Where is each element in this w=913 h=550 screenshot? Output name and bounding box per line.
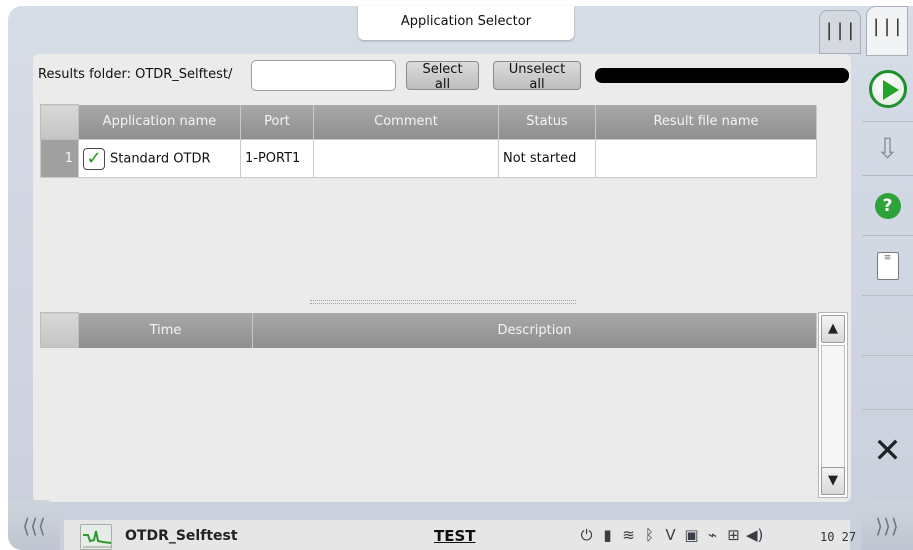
column-header-description[interactable]: Description bbox=[252, 312, 817, 348]
bluetooth-icon: ᛒ bbox=[644, 526, 654, 544]
log-scrollbar[interactable]: ▲ ▼ bbox=[818, 312, 848, 498]
log-list-area bbox=[40, 348, 816, 498]
scroll-down-icon[interactable]: ▼ bbox=[821, 467, 845, 495]
volume-icon: ◀) bbox=[746, 526, 764, 544]
active-app-name[interactable]: OTDR_Selftest bbox=[125, 528, 238, 544]
status-cell: Not started bbox=[498, 139, 596, 178]
application-name: Standard OTDR bbox=[110, 151, 211, 166]
column-header-comment[interactable]: Comment bbox=[313, 104, 499, 140]
network-icon: ⊞ bbox=[727, 526, 740, 544]
vertical-bars-icon: ||| bbox=[823, 20, 857, 41]
close-button[interactable]: ✕ bbox=[862, 410, 913, 492]
applications-table: Application name Port Comment Status Res… bbox=[40, 104, 817, 178]
unselect-all-button[interactable]: Unselect all bbox=[493, 61, 581, 92]
vfl-icon: V bbox=[665, 526, 676, 544]
run-icon bbox=[868, 69, 907, 108]
port-cell: 1-PORT1 bbox=[240, 139, 314, 178]
power-plug-icon: ⏻ bbox=[580, 526, 593, 544]
row-number: 1 bbox=[40, 139, 79, 178]
window-title: Application Selector bbox=[358, 6, 574, 40]
log-table: Time Description bbox=[40, 312, 817, 348]
log-corner-cell[interactable] bbox=[40, 312, 79, 348]
nav-right-icon[interactable]: ⟩⟩⟩ bbox=[861, 500, 913, 550]
close-icon: ✕ bbox=[873, 431, 902, 471]
report-icon: ≡ bbox=[876, 251, 899, 280]
clock: 10 27 bbox=[820, 530, 857, 544]
column-header-time[interactable]: Time bbox=[78, 312, 253, 348]
scroll-up-icon[interactable]: ▲ bbox=[821, 315, 845, 343]
nav-left-icon[interactable]: ⟨⟨⟨ bbox=[8, 500, 60, 550]
table-row[interactable]: 1 ✓ Standard OTDR 1-PORT1 Not started bbox=[40, 139, 817, 178]
vertical-bars-icon: ||| bbox=[870, 16, 904, 37]
select-corner-cell[interactable] bbox=[40, 104, 79, 140]
help-button[interactable]: ? bbox=[862, 176, 913, 236]
battery-icon: ▮ bbox=[603, 526, 612, 544]
tab-panel-right[interactable]: ||| bbox=[866, 6, 908, 56]
save-button[interactable]: ⇩ bbox=[862, 122, 913, 176]
mode-label[interactable]: TEST bbox=[434, 527, 476, 545]
table-header-row: Application name Port Comment Status Res… bbox=[40, 104, 817, 140]
tab-panel-left[interactable]: ||| bbox=[819, 10, 861, 54]
application-name-cell[interactable]: ✓ Standard OTDR bbox=[78, 139, 241, 178]
column-header-application-name[interactable]: Application name bbox=[78, 104, 241, 140]
column-header-status[interactable]: Status bbox=[498, 104, 596, 140]
save-icon: ⇩ bbox=[875, 132, 900, 165]
report-button[interactable]: ≡ bbox=[862, 236, 913, 296]
rail-empty-slot-1 bbox=[862, 296, 913, 356]
results-folder-label: Results folder: OTDR_Selftest/ bbox=[38, 67, 233, 82]
run-button[interactable] bbox=[862, 56, 913, 122]
result-file-cell[interactable] bbox=[595, 139, 817, 178]
checkbox-checked-icon[interactable]: ✓ bbox=[83, 147, 105, 170]
results-folder-input[interactable] bbox=[251, 60, 396, 91]
signal-icon: ⌁ bbox=[707, 526, 718, 544]
log-header-row: Time Description bbox=[40, 312, 817, 348]
pane-splitter[interactable] bbox=[310, 300, 576, 304]
comment-cell[interactable] bbox=[313, 139, 499, 178]
otdr-app-icon[interactable] bbox=[80, 524, 112, 550]
column-header-result-file-name[interactable]: Result file name bbox=[595, 104, 817, 140]
remote-icon: ▣ bbox=[684, 526, 699, 544]
progress-bar bbox=[595, 68, 849, 83]
toolbar: Results folder: OTDR_Selftest/ Select al… bbox=[38, 60, 850, 92]
right-rail: ⇩ ? ≡ ✕ bbox=[862, 56, 913, 492]
help-icon: ? bbox=[874, 192, 901, 219]
select-all-button[interactable]: Select all bbox=[406, 61, 479, 92]
column-header-port[interactable]: Port bbox=[240, 104, 314, 140]
rail-empty-slot-2 bbox=[862, 356, 913, 410]
wifi-icon: ≋ bbox=[622, 526, 635, 544]
status-icons: ⏻ ▮ ≋ ᛒ V ▣ ⌁ ⊞ ◀) bbox=[578, 526, 764, 544]
